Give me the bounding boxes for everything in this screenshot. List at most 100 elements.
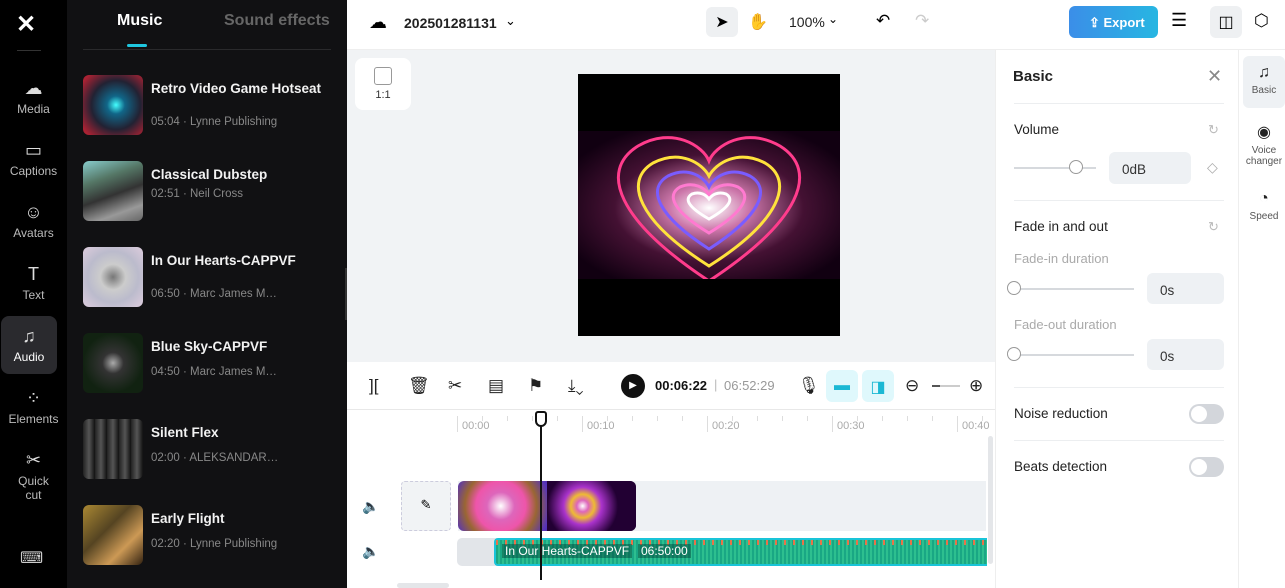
cloud-upload-icon: ☁ — [24, 78, 43, 98]
fade-out-slider[interactable] — [1014, 354, 1134, 356]
ruler-minor-tick — [732, 416, 733, 421]
export-label: Export — [1103, 15, 1145, 30]
nav-audio[interactable]: ♫ Audio — [1, 316, 57, 374]
volume-slider[interactable] — [1014, 167, 1096, 169]
zoom-select[interactable]: 100% — [789, 14, 825, 30]
nav-media[interactable]: ☁ Media — [0, 78, 67, 116]
nav-label: Elements — [8, 412, 59, 426]
select-tool-button[interactable]: ➤ — [706, 7, 738, 37]
heart-video-frame — [578, 131, 840, 279]
project-name[interactable]: 202501281131 — [404, 15, 497, 31]
nav-avatars[interactable]: ☺ Avatars — [0, 202, 67, 240]
vertical-scrollbar[interactable] — [988, 436, 993, 564]
tab-sound-effects[interactable]: Sound effects — [224, 12, 330, 30]
beats-detection-toggle[interactable] — [1189, 457, 1224, 477]
close-icon[interactable]: ✕ — [1207, 66, 1222, 87]
zoom-in-icon[interactable]: ⊕ — [969, 376, 983, 396]
split-icon[interactable]: ][ — [369, 376, 378, 396]
volume-icon[interactable]: 🔈 — [362, 543, 379, 560]
side-tab-voice-changer[interactable]: ◉ Voice changer — [1243, 122, 1285, 167]
nav-label: Captions — [9, 164, 58, 178]
export-button[interactable]: ⇪ Export — [1069, 6, 1158, 38]
divider — [1014, 387, 1224, 388]
download-icon[interactable]: ⤓⌄ — [568, 376, 584, 396]
ruler-tick: 00:40 — [957, 416, 990, 432]
audio-clip[interactable]: In Our Hearts-CAPPVF 06:50:00 — [494, 538, 987, 566]
fade-out-label: Fade-out duration — [1014, 317, 1117, 332]
nav-captions[interactable]: ▭ Captions — [0, 140, 67, 178]
nav-text[interactable]: T Text — [0, 264, 67, 302]
ruler-tick: 00:20 — [707, 416, 740, 432]
list-item[interactable]: In Our Hearts-CAPPVF 06:50 · Marc James M… — [83, 247, 333, 307]
fade-out-input[interactable]: 0s — [1147, 339, 1224, 370]
flag-icon[interactable]: ⚑ — [528, 376, 543, 396]
microphone-icon[interactable]: 🎙 — [798, 376, 820, 396]
music-note-icon: ♫ — [1258, 64, 1270, 81]
ruler-tick: 00:30 — [832, 416, 865, 432]
fade-label: Fade in and out — [1014, 219, 1108, 234]
capcut-logo[interactable]: ✕ — [16, 10, 36, 39]
volume-slider-knob[interactable] — [1069, 160, 1083, 174]
nav-quick-cut[interactable]: ✂ Quick cut — [0, 450, 67, 502]
video-preview[interactable] — [578, 74, 840, 336]
divider — [1014, 200, 1224, 201]
fade-in-slider[interactable] — [1014, 288, 1134, 290]
undo-icon[interactable]: ↶ — [876, 11, 890, 31]
text-icon: T — [28, 264, 39, 284]
horizontal-scrollbar[interactable] — [397, 583, 449, 588]
nav-label: Audio — [13, 350, 45, 364]
chevron-down-icon[interactable]: ⌄ — [828, 12, 838, 26]
side-tab-speed[interactable]: ◔ Speed — [1243, 190, 1285, 222]
time-separator: | — [714, 377, 718, 392]
track-meta: 02:00 · ALEKSANDAR DIMITROV — [151, 452, 281, 464]
timeline-zoom-slider[interactable] — [932, 385, 960, 387]
list-item[interactable]: Blue Sky-CAPPVF 04:50 · Marc James Music — [83, 333, 333, 393]
redo-icon[interactable]: ↷ — [915, 11, 929, 31]
divider — [83, 49, 331, 50]
auto-snap-button[interactable]: ▬ — [826, 370, 858, 402]
list-item[interactable]: Silent Flex 02:00 · ALEKSANDAR DIMITROV — [83, 419, 333, 479]
playhead[interactable] — [540, 412, 542, 580]
noise-reduction-toggle[interactable] — [1189, 404, 1224, 424]
tab-music[interactable]: Music — [117, 12, 162, 30]
zoom-out-icon[interactable]: ⊖ — [905, 376, 919, 396]
play-button[interactable]: ▶ — [621, 374, 645, 398]
keyboard-icon[interactable]: ⌨ — [20, 548, 43, 568]
divider — [17, 50, 41, 51]
layout-toggle-button[interactable]: ◫ — [1210, 6, 1242, 38]
video-clip[interactable] — [458, 481, 636, 531]
track-meta: 02:20 · Lynne Publishing — [151, 538, 278, 550]
track-meta: 04:50 · Marc James Music — [151, 366, 281, 378]
keyframe-diamond-icon[interactable]: ◇ — [1207, 159, 1218, 176]
delete-icon[interactable]: 🗑 — [408, 376, 430, 396]
aspect-ratio-button[interactable]: 1:1 — [355, 58, 411, 110]
split-preview-button[interactable]: ◨ — [862, 370, 894, 402]
volume-label: Volume — [1014, 122, 1060, 137]
list-item[interactable]: Early Flight 02:20 · Lynne Publishing — [83, 505, 333, 565]
volume-icon[interactable]: 🔈 — [362, 498, 379, 515]
side-tab-basic[interactable]: ♫ Basic — [1243, 56, 1285, 108]
track-thumbnail — [83, 505, 143, 565]
fade-in-input[interactable]: 0s — [1147, 273, 1224, 304]
reset-icon[interactable]: ↻ — [1208, 219, 1219, 235]
timeline-toolbar: ][ 🗑 ✂ ▤ ⚑ ⤓⌄ ▶ 00:06:22 | 06:52:29 🎙 ▬ … — [347, 362, 995, 410]
noise-reduction-label: Noise reduction — [1014, 406, 1108, 421]
nav-elements[interactable]: ⁘ Elements — [0, 388, 67, 426]
ai-caption-icon[interactable]: ▤ — [488, 376, 504, 396]
reset-icon[interactable]: ↻ — [1208, 122, 1219, 138]
total-time: 06:52:29 — [724, 378, 775, 393]
fade-out-knob[interactable] — [1007, 347, 1021, 361]
cut-icon[interactable]: ✂ — [448, 376, 462, 396]
list-item[interactable]: Classical Dubstep 02:51 · Neil Cross — [83, 161, 333, 221]
playhead-handle[interactable] — [535, 411, 547, 427]
cover-edit-button[interactable]: ✎ — [401, 481, 451, 531]
track-thumbnail — [83, 419, 143, 479]
hand-tool-icon[interactable]: ✋ — [748, 12, 768, 32]
volume-input[interactable]: 0dB — [1109, 152, 1191, 184]
fade-in-knob[interactable] — [1007, 281, 1021, 295]
settings-icon[interactable]: ⬡ — [1254, 11, 1269, 31]
chevron-down-icon[interactable]: ⌄ — [505, 13, 516, 29]
list-item[interactable]: Retro Video Game Hotseat 05:04 · Lynne Pu… — [83, 75, 333, 135]
avatar-icon: ☺ — [24, 202, 43, 222]
layers-icon[interactable]: ☰ — [1171, 10, 1187, 31]
